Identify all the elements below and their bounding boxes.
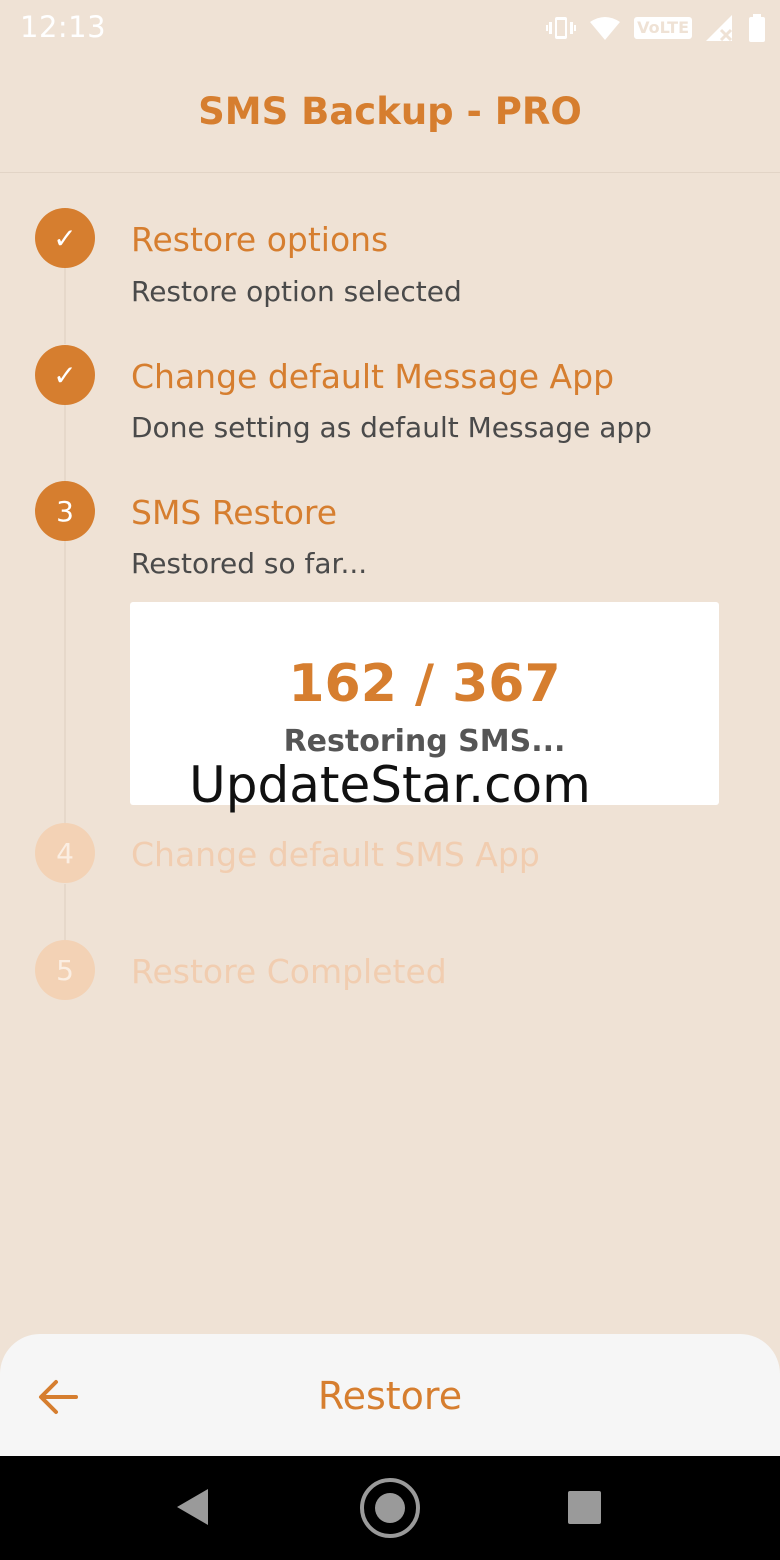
step-3-title[interactable]: SMS Restore — [131, 493, 337, 532]
bottom-action-bar: Restore — [0, 1334, 780, 1456]
progress-count: 162 / 367 — [288, 654, 561, 714]
step-connector — [64, 405, 66, 481]
nav-back-icon[interactable] — [174, 1487, 210, 1532]
step-1-title[interactable]: Restore options — [131, 220, 388, 259]
step-4-title[interactable]: Change default SMS App — [131, 835, 540, 874]
step-2-title[interactable]: Change default Message App — [131, 357, 614, 396]
signal-icon — [706, 15, 734, 41]
volte-icon: VoLTE — [634, 17, 692, 39]
battery-icon — [748, 14, 766, 42]
wifi-icon — [590, 16, 621, 40]
step-connector — [64, 884, 66, 940]
app-title: SMS Backup - PRO — [198, 90, 582, 133]
step-2-subtitle: Done setting as default Message app — [131, 411, 652, 444]
step-4-number: 4 — [35, 823, 95, 883]
step-5-number: 5 — [35, 940, 95, 1000]
nav-recent-icon[interactable] — [568, 1491, 601, 1524]
step-1-check-icon: ✓ — [35, 208, 95, 268]
step-connector — [64, 268, 66, 344]
step-2-check-icon: ✓ — [35, 345, 95, 405]
vibrate-icon — [546, 15, 577, 41]
restore-button[interactable]: Restore — [0, 1374, 780, 1418]
header-divider — [0, 172, 780, 173]
nav-home-icon[interactable] — [359, 1477, 421, 1544]
system-nav-bar — [0, 1456, 780, 1560]
step-1-subtitle: Restore option selected — [131, 275, 462, 308]
progress-label: Restoring SMS... — [283, 724, 566, 759]
step-3-subtitle: Restored so far... — [131, 547, 368, 580]
status-time: 12:13 — [20, 10, 107, 44]
status-bar: 12:13 VoLTE — [0, 0, 780, 56]
step-5-title[interactable]: Restore Completed — [131, 952, 447, 991]
watermark: UpdateStar.com — [189, 756, 591, 814]
step-3-number: 3 — [35, 481, 95, 541]
status-icons: VoLTE — [546, 12, 766, 44]
